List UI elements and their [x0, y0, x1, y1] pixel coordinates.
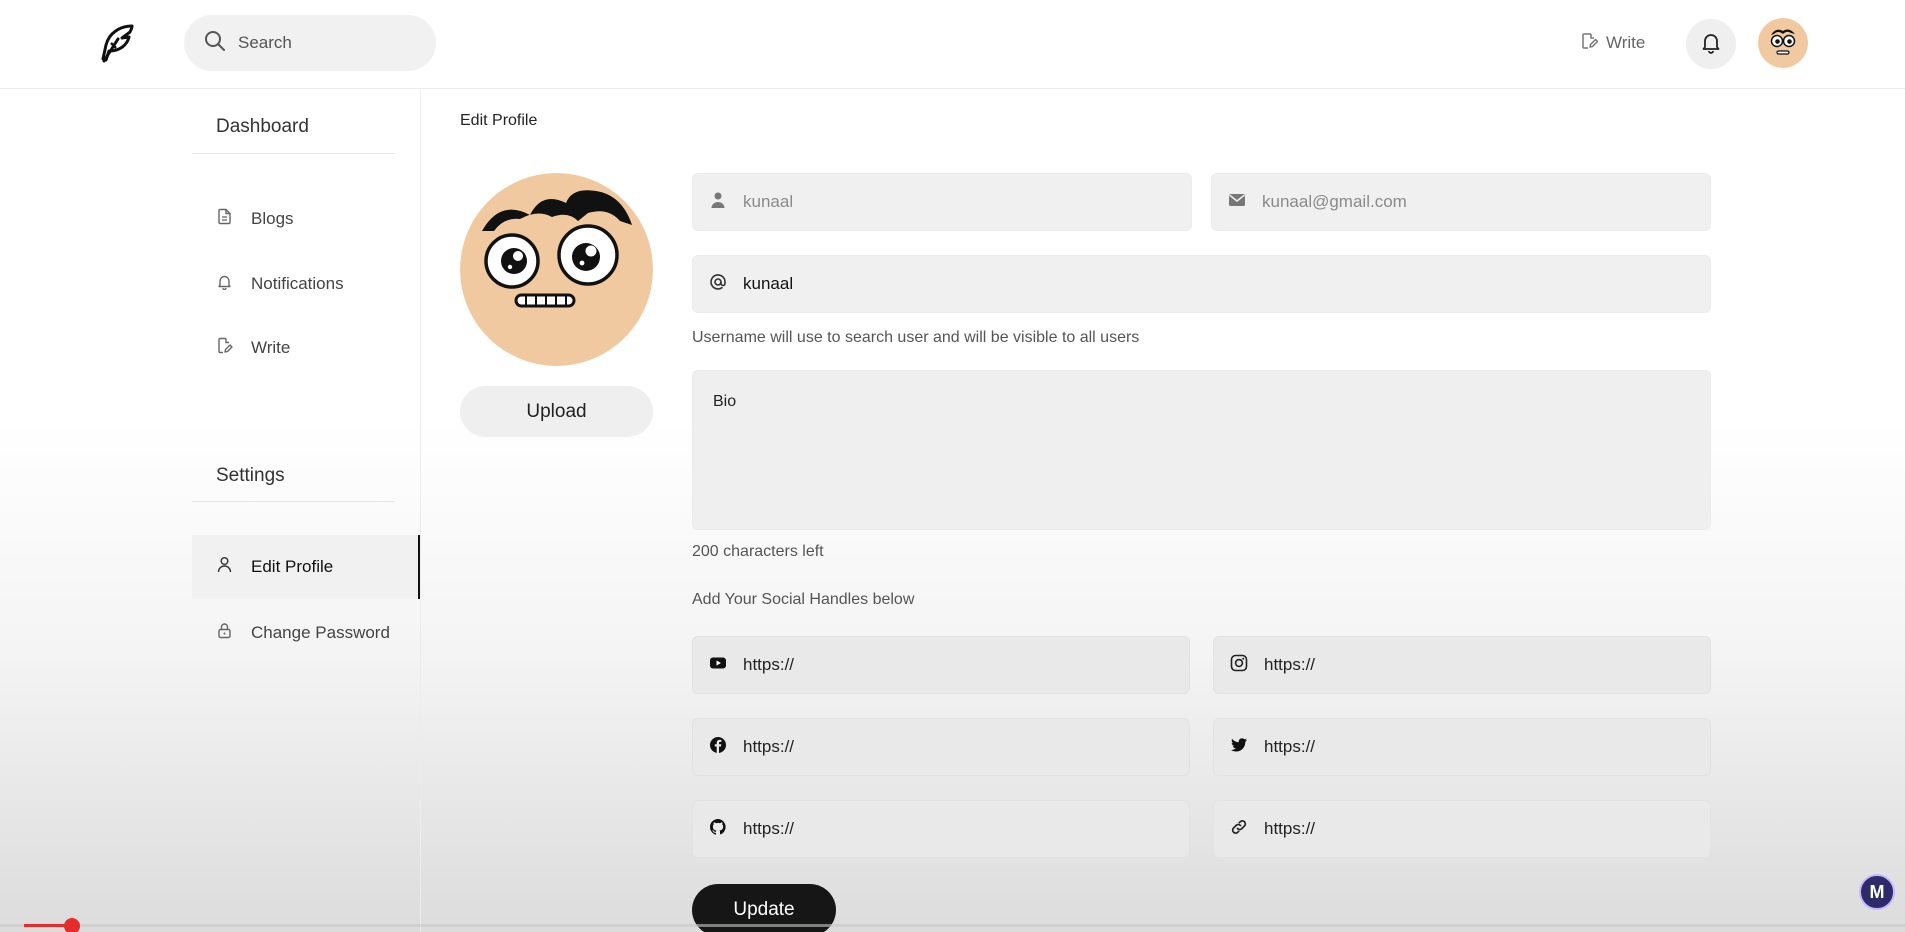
facebook-field[interactable]: https:// — [692, 718, 1190, 776]
twitter-icon — [1230, 736, 1248, 759]
username-value: kunaal — [743, 274, 794, 293]
characters-left: 200 characters left — [692, 543, 824, 560]
page-title: Edit Profile — [460, 112, 538, 129]
file-icon — [216, 208, 233, 230]
social-heading: Add Your Social Handles below — [692, 591, 915, 608]
sidebar-item-label: Change Password — [251, 623, 390, 642]
sidebar-item-label: Notifications — [251, 274, 344, 293]
user-avatar[interactable] — [1758, 18, 1808, 68]
youtube-field[interactable]: https:// — [692, 636, 1190, 694]
divider — [192, 501, 395, 502]
instagram-value: https:// — [1264, 655, 1316, 674]
divider — [192, 153, 395, 154]
channel-badge[interactable]: M — [1859, 874, 1895, 910]
user-icon — [709, 191, 727, 214]
edit-icon — [1580, 32, 1599, 55]
sidebar-item-change-password[interactable]: Change Password — [192, 601, 420, 665]
sidebar-item-label: Blogs — [251, 209, 294, 228]
envelope-icon — [1228, 191, 1246, 214]
website-field[interactable]: https:// — [1213, 800, 1711, 858]
bio-placeholder: Bio — [713, 393, 737, 410]
twitter-value: https:// — [1264, 737, 1316, 756]
bio-textarea[interactable]: Bio — [692, 370, 1711, 530]
sidebar-item-write[interactable]: Write — [192, 316, 420, 380]
bell-icon — [216, 273, 233, 295]
user-icon — [216, 556, 233, 578]
youtube-icon — [709, 654, 727, 677]
write-link[interactable]: Write — [1580, 29, 1645, 57]
sidebar-item-edit-profile[interactable]: Edit Profile — [192, 535, 420, 599]
bell-icon — [1699, 30, 1723, 59]
github-value: https:// — [743, 819, 795, 838]
instagram-icon — [1230, 654, 1248, 677]
website-value: https:// — [1264, 819, 1316, 838]
github-field[interactable]: https:// — [692, 800, 1190, 858]
link-icon — [1230, 818, 1248, 841]
email-field[interactable]: kunaal@gmail.com — [1211, 173, 1711, 231]
sidebar-item-blogs[interactable]: Blogs — [192, 187, 420, 251]
facebook-value: https:// — [743, 737, 795, 756]
profile-picture[interactable] — [460, 173, 653, 366]
email-value: kunaal@gmail.com — [1262, 192, 1407, 211]
settings-heading: Settings — [216, 465, 285, 486]
write-link-label: Write — [1606, 33, 1646, 52]
upload-button[interactable]: Upload — [460, 386, 653, 437]
sidebar-item-notifications[interactable]: Notifications — [192, 252, 420, 316]
fullname-value: kunaal — [743, 192, 794, 211]
username-field[interactable]: kunaal — [692, 255, 1711, 313]
video-scrubber-handle[interactable] — [64, 918, 80, 932]
twitter-field[interactable]: https:// — [1213, 718, 1711, 776]
video-progress-track[interactable] — [0, 924, 1905, 927]
instagram-field[interactable]: https:// — [1213, 636, 1711, 694]
username-hint: Username will use to search user and wil… — [692, 329, 1140, 346]
lock-icon — [216, 622, 233, 644]
github-icon — [709, 818, 727, 841]
search-box[interactable] — [184, 15, 436, 71]
top-navbar: Write — [0, 0, 1905, 89]
sidebar-item-label: Edit Profile — [251, 557, 334, 576]
sidebar-item-label: Write — [251, 338, 291, 357]
edit-icon — [216, 337, 233, 359]
fullname-field[interactable]: kunaal — [692, 173, 1192, 231]
at-icon — [709, 273, 727, 296]
notifications-button[interactable] — [1686, 19, 1736, 69]
search-icon — [204, 30, 226, 57]
youtube-value: https:// — [743, 655, 795, 674]
facebook-icon — [709, 736, 727, 759]
page: Write Dashboard Blogs — [0, 0, 1905, 932]
dashboard-heading: Dashboard — [216, 116, 309, 137]
feather-logo-icon[interactable] — [94, 21, 138, 65]
search-input[interactable] — [238, 33, 418, 53]
